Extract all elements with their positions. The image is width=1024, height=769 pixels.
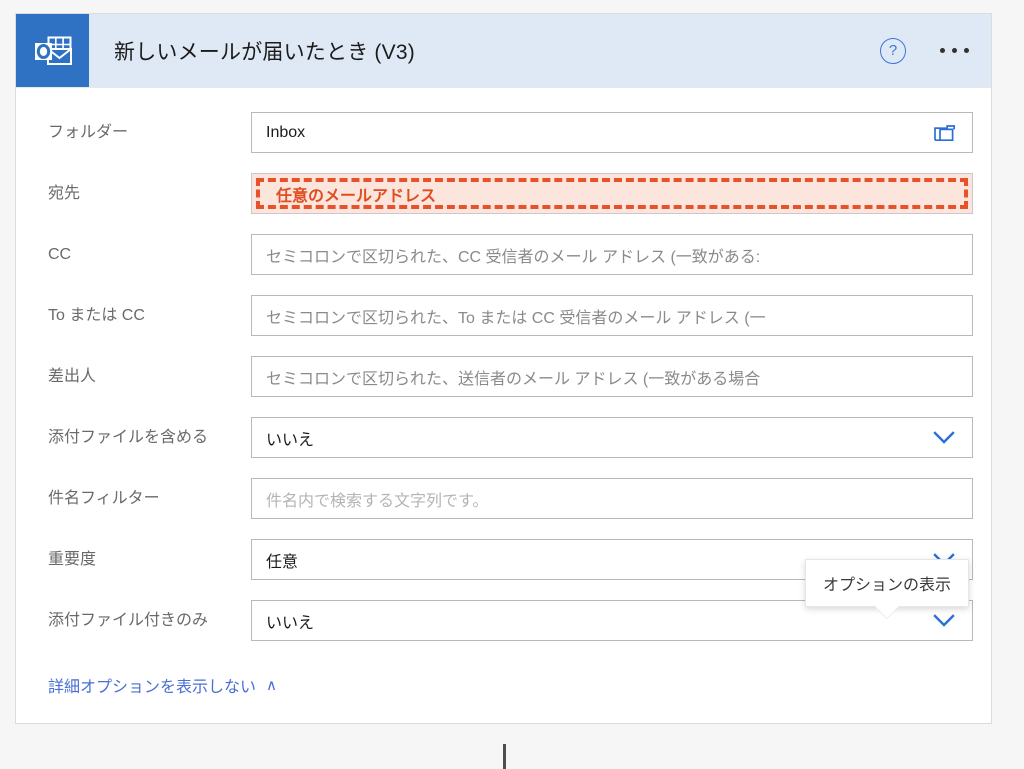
form-row-only-with-attachment: 添付ファイル付きのみ いいえ オプションの表示: [16, 559, 991, 651]
folder-input[interactable]: Inbox: [251, 112, 973, 153]
card-header: 新しいメールが届いたとき (V3) ?: [16, 14, 991, 88]
cc-placeholder: セミコロンで区切られた、CC 受信者のメール アドレス (一致がある:: [266, 248, 761, 266]
header-actions: ?: [880, 14, 973, 87]
chevron-up-icon: ∧: [266, 676, 277, 694]
field-wrap-subject-filter: 件名内で検索する文字列です。: [251, 478, 973, 519]
field-wrap-cc: セミコロンで区切られた、CC 受信者のメール アドレス (一致がある:: [251, 234, 973, 275]
field-wrap-only-with-attachment: いいえ オプションの表示: [251, 559, 973, 641]
field-label-to: 宛先: [48, 184, 81, 202]
card-body: フォルダー Inbox 宛先 任意のメールアドレス CC セミコロンで区切られた…: [16, 88, 991, 651]
field-wrap-include-attachments: いいえ: [251, 417, 973, 458]
more-dot: [964, 48, 969, 53]
folder-value: Inbox: [266, 123, 306, 141]
to-or-cc-input[interactable]: セミコロンで区切られた、To または CC 受信者のメール アドレス (一: [251, 295, 973, 336]
form-row-folder: フォルダー Inbox: [16, 102, 991, 163]
page-title: 新しいメールが届いたとき (V3): [114, 40, 415, 64]
more-horizontal-icon[interactable]: [936, 42, 973, 59]
flow-connector-line: [503, 744, 506, 769]
tooltip-show-options: オプションの表示: [804, 559, 969, 619]
cc-input[interactable]: セミコロンで区切られた、CC 受信者のメール アドレス (一致がある:: [251, 234, 973, 275]
from-input[interactable]: セミコロンで区切られた、送信者のメール アドレス (一致がある場合: [251, 356, 973, 397]
field-label-include-attachments: 添付ファイルを含める: [48, 428, 209, 446]
folder-icon[interactable]: [933, 121, 957, 145]
form-row-cc: CC セミコロンで区切られた、CC 受信者のメール アドレス (一致がある:: [16, 224, 991, 285]
include-attachments-dropdown[interactable]: いいえ: [251, 417, 973, 458]
subject-filter-placeholder: 件名内で検索する文字列です。: [266, 492, 489, 510]
field-label-cc: CC: [48, 245, 72, 263]
field-wrap-from: セミコロンで区切られた、送信者のメール アドレス (一致がある場合: [251, 356, 973, 397]
form-row-to: 宛先 任意のメールアドレス: [16, 163, 991, 224]
to-or-cc-placeholder: セミコロンで区切られた、To または CC 受信者のメール アドレス (一: [266, 309, 766, 327]
to-input-highlighted[interactable]: 任意のメールアドレス: [251, 173, 973, 214]
to-value: 任意のメールアドレス: [276, 187, 437, 205]
from-placeholder: セミコロンで区切られた、送信者のメール アドレス (一致がある場合: [266, 370, 761, 388]
outlook-icon: [16, 14, 89, 87]
hide-advanced-options-link[interactable]: 詳細オプションを表示しない ∧: [48, 673, 277, 697]
subject-filter-input[interactable]: 件名内で検索する文字列です。: [251, 478, 973, 519]
field-wrap-to-or-cc: セミコロンで区切られた、To または CC 受信者のメール アドレス (一: [251, 295, 973, 336]
chevron-down-icon[interactable]: [931, 608, 957, 634]
include-attachments-value: いいえ: [266, 431, 315, 449]
field-wrap-folder: Inbox: [251, 112, 973, 153]
chevron-down-icon[interactable]: [931, 425, 957, 451]
field-label-folder: フォルダー: [48, 123, 129, 141]
flow-action-card: 新しいメールが届いたとき (V3) ? フォルダー Inbox 宛先 任意のメー…: [15, 13, 992, 724]
more-dot: [940, 48, 945, 53]
form-row-from: 差出人 セミコロンで区切られた、送信者のメール アドレス (一致がある場合: [16, 346, 991, 407]
only-with-attachment-value: いいえ: [266, 614, 315, 632]
field-label-subject-filter: 件名フィルター: [48, 489, 160, 507]
tooltip-text: オプションの表示: [822, 577, 951, 594]
field-label-from: 差出人: [48, 367, 97, 385]
hide-advanced-options-label: 詳細オプションを表示しない: [48, 679, 257, 696]
field-wrap-to: 任意のメールアドレス: [251, 173, 973, 214]
tooltip-arrow-fill: [873, 604, 900, 618]
form-row-to-or-cc: To または CC セミコロンで区切られた、To または CC 受信者のメール …: [16, 285, 991, 346]
form-row-subject-filter: 件名フィルター 件名内で検索する文字列です。: [16, 468, 991, 529]
field-label-to-or-cc: To または CC: [48, 306, 145, 324]
form-row-include-attachments: 添付ファイルを含める いいえ: [16, 407, 991, 468]
card-footer: 詳細オプションを表示しない ∧: [16, 651, 991, 723]
field-label-importance: 重要度: [48, 550, 97, 568]
help-circle-icon[interactable]: ?: [880, 37, 906, 64]
field-label-only-with-attachment: 添付ファイル付きのみ: [48, 611, 209, 629]
more-dot: [952, 48, 957, 53]
